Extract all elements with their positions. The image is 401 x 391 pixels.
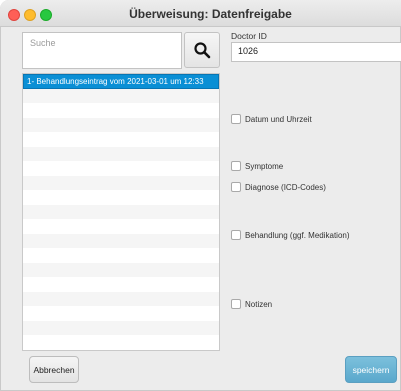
- doctor-id-field[interactable]: 1026: [231, 42, 401, 62]
- app-window: Überweisung: Datenfreigabe 1- Behandlung…: [0, 0, 401, 391]
- entry-list[interactable]: 1- Behandlungseintrag vom 2021-03-01 um …: [22, 73, 220, 351]
- list-item[interactable]: [23, 335, 219, 350]
- checkbox-label: Diagnose (ICD-Codes): [245, 182, 326, 192]
- checkbox-notizen[interactable]: Notizen: [231, 299, 272, 309]
- checkbox-behandlung[interactable]: Behandlung (ggf. Medikation): [231, 230, 350, 240]
- checkbox-datum[interactable]: Datum und Uhrzeit: [231, 114, 312, 124]
- checkbox-label: Behandlung (ggf. Medikation): [245, 230, 350, 240]
- list-item[interactable]: [23, 117, 219, 132]
- list-item[interactable]: [23, 219, 219, 234]
- list-item[interactable]: [23, 306, 219, 321]
- checkbox-box[interactable]: [231, 230, 241, 240]
- checkbox-symptome[interactable]: Symptome: [231, 161, 283, 171]
- list-item[interactable]: [23, 262, 219, 277]
- list-item[interactable]: [23, 291, 219, 306]
- checkbox-box[interactable]: [231, 182, 241, 192]
- title-bar: Überweisung: Datenfreigabe: [0, 0, 401, 27]
- list-item[interactable]: [23, 248, 219, 263]
- list-item[interactable]: [23, 233, 219, 248]
- list-item[interactable]: 1- Behandlungseintrag vom 2021-03-01 um …: [23, 74, 219, 89]
- search-icon: [194, 42, 211, 59]
- search-input[interactable]: [23, 33, 180, 48]
- search-field[interactable]: [22, 32, 182, 69]
- list-item[interactable]: [23, 161, 219, 176]
- search-button[interactable]: [184, 32, 220, 68]
- checkbox-box[interactable]: [231, 114, 241, 124]
- window-title: Überweisung: Datenfreigabe: [129, 7, 292, 21]
- checkbox-box[interactable]: [231, 299, 241, 309]
- list-item[interactable]: [23, 320, 219, 335]
- list-item[interactable]: [23, 132, 219, 147]
- list-item[interactable]: [23, 277, 219, 292]
- checkbox-box[interactable]: [231, 161, 241, 171]
- list-item[interactable]: [23, 190, 219, 205]
- checkbox-diagnose[interactable]: Diagnose (ICD-Codes): [231, 182, 326, 192]
- list-item[interactable]: [23, 146, 219, 161]
- doctor-id-label: Doctor ID: [231, 31, 267, 41]
- list-item[interactable]: [23, 175, 219, 190]
- list-item[interactable]: [23, 204, 219, 219]
- checkbox-label: Symptome: [245, 161, 284, 171]
- checkbox-label: Notizen: [245, 299, 273, 309]
- cancel-button[interactable]: Abbrechen: [29, 356, 79, 383]
- save-button[interactable]: speichern: [345, 356, 397, 383]
- checkbox-label: Datum und Uhrzeit: [245, 114, 312, 124]
- list-item[interactable]: [23, 103, 219, 118]
- list-item[interactable]: [23, 88, 219, 103]
